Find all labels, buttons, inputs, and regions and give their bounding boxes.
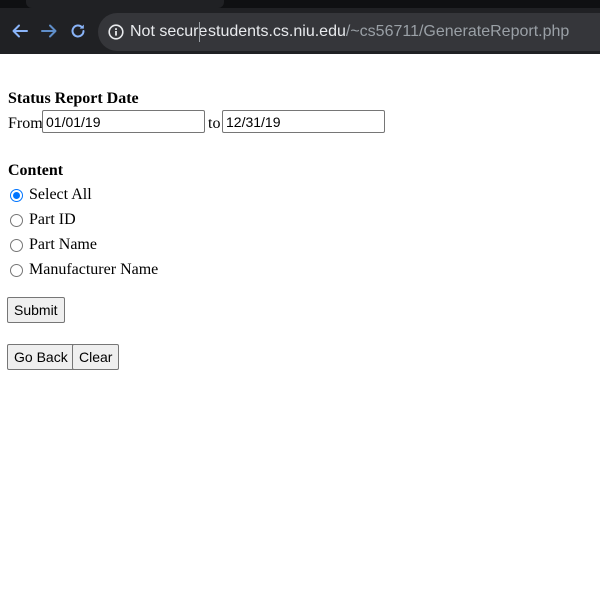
radio-button-manufacturer-name[interactable] xyxy=(10,263,23,277)
radio-option-select-all[interactable]: Select All xyxy=(10,185,92,205)
to-label: to xyxy=(208,115,221,132)
url-host: students.cs.niu.edu xyxy=(208,23,346,40)
forward-button[interactable] xyxy=(36,18,62,44)
url-text[interactable]: students.cs.niu.edu/~cs56711/GenerateRep… xyxy=(208,22,569,42)
page-content: Status Report Date From to Content Selec… xyxy=(0,54,600,600)
from-label: From xyxy=(8,115,43,132)
address-bar[interactable]: Not secure students.cs.niu.edu/~cs56711/… xyxy=(98,13,600,51)
radio-label: Manufacturer Name xyxy=(29,261,159,278)
back-button[interactable] xyxy=(7,18,33,44)
address-bar-divider xyxy=(199,22,200,42)
back-arrow-icon xyxy=(12,24,28,38)
from-date-input[interactable] xyxy=(42,110,205,133)
radio-label: Part Name xyxy=(29,236,97,253)
radio-option-manufacturer-name[interactable]: Manufacturer Name xyxy=(10,260,158,280)
radio-button-part-id[interactable] xyxy=(10,213,23,227)
url-path: /~cs56711/GenerateReport.php xyxy=(345,23,570,40)
clear-button[interactable]: Clear xyxy=(72,344,120,370)
radio-button-select-all[interactable] xyxy=(10,188,23,202)
submit-button[interactable]: Submit xyxy=(7,297,65,323)
go-back-button[interactable]: Go Back xyxy=(7,344,75,370)
content-section-title: Content xyxy=(8,162,64,179)
date-section-title: Status Report Date xyxy=(8,90,139,107)
info-icon[interactable] xyxy=(108,24,124,40)
radio-button-part-name[interactable] xyxy=(10,238,23,252)
forward-arrow-icon xyxy=(41,24,57,38)
reload-button[interactable] xyxy=(65,18,91,44)
active-tab[interactable] xyxy=(26,0,224,8)
to-date-input[interactable] xyxy=(222,110,385,133)
radio-label: Part ID xyxy=(29,211,76,228)
radio-option-part-name[interactable]: Part Name xyxy=(10,235,97,255)
reload-icon xyxy=(71,24,85,38)
security-status-text: Not secure xyxy=(130,23,208,40)
radio-label: Select All xyxy=(29,186,92,203)
radio-option-part-id[interactable]: Part ID xyxy=(10,210,76,230)
tab-strip xyxy=(0,0,600,8)
browser-toolbar: Not secure students.cs.niu.edu/~cs56711/… xyxy=(0,0,600,54)
